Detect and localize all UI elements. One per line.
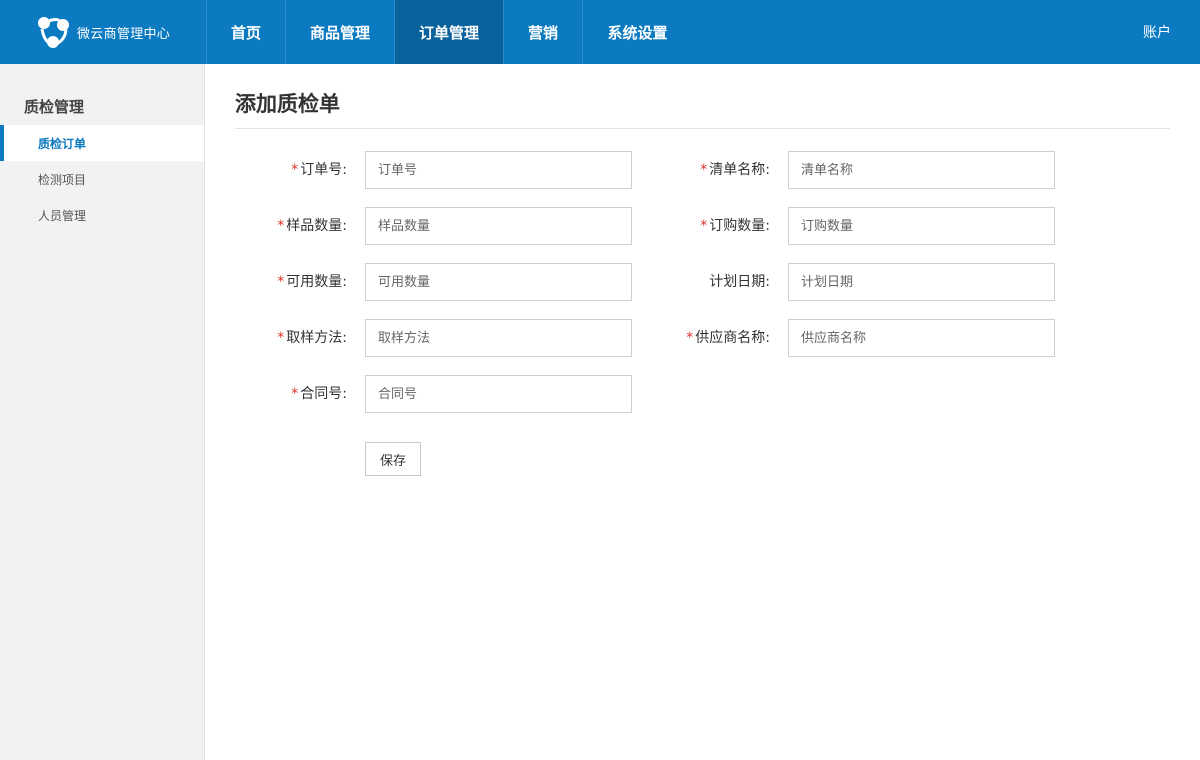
supplier-name-input[interactable] — [788, 319, 1055, 357]
logo[interactable]: 微云商管理中心 — [36, 14, 170, 50]
required-mark: * — [291, 162, 299, 178]
required-mark: * — [700, 162, 708, 178]
nav-item-products[interactable]: 商品管理 — [286, 0, 395, 64]
contract-number-label: * 合同号: — [291, 386, 347, 402]
sample-quantity-label: * 样品数量: — [277, 218, 347, 234]
order-number-label: * 订单号: — [291, 162, 347, 178]
title-divider — [235, 128, 1170, 129]
required-mark: * — [277, 274, 285, 290]
order-quantity-label: * 订购数量: — [700, 218, 770, 234]
contract-number-input[interactable] — [365, 375, 632, 413]
available-quantity-label: * 可用数量: — [277, 274, 347, 290]
app-title: 微云商管理中心 — [77, 26, 171, 42]
nav-item-marketing[interactable]: 营销 — [504, 0, 583, 64]
required-mark: * — [291, 386, 299, 402]
required-mark: * — [277, 218, 285, 234]
required-mark: * — [277, 330, 285, 346]
list-name-label: * 清单名称: — [700, 162, 770, 178]
nav-item-orders[interactable]: 订单管理 — [395, 0, 504, 64]
account-link[interactable]: 账户 — [1143, 0, 1171, 64]
page-title: 添加质检单 — [235, 92, 340, 116]
top-navbar: 微云商管理中心 首页 商品管理 订单管理 营销 系统设置 账户 — [0, 0, 1200, 64]
logo-icon — [38, 17, 69, 48]
nav-item-home[interactable]: 首页 — [207, 0, 286, 64]
required-mark: * — [700, 218, 708, 234]
sidebar-title: 质检管理 — [24, 98, 85, 116]
main-nav: 首页 商品管理 订单管理 营销 系统设置 — [206, 0, 692, 64]
sampling-method-label: * 取样方法: — [277, 330, 347, 346]
required-mark: * — [686, 330, 694, 346]
list-name-input[interactable] — [788, 151, 1055, 189]
plan-date-label: 计划日期: — [709, 274, 770, 290]
plan-date-input[interactable] — [788, 263, 1055, 301]
save-button[interactable]: 保存 — [365, 442, 421, 476]
order-quantity-input[interactable] — [788, 207, 1055, 245]
nav-item-settings[interactable]: 系统设置 — [583, 0, 692, 64]
supplier-name-label: * 供应商名称: — [686, 330, 770, 346]
